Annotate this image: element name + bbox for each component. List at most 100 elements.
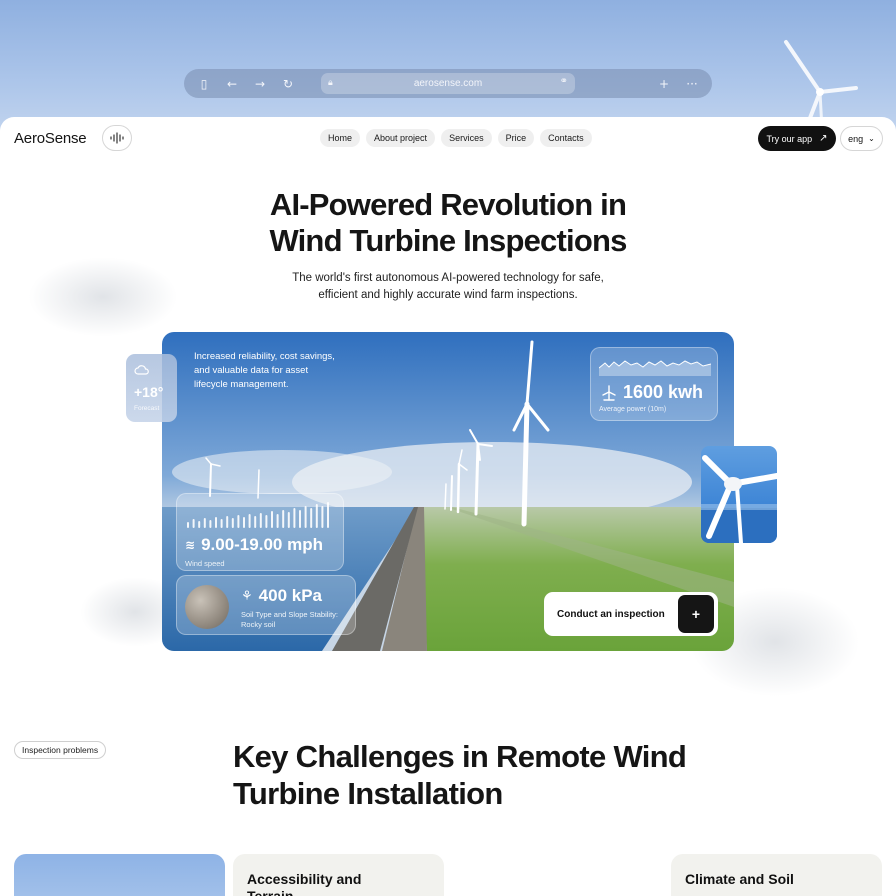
language-label: eng xyxy=(848,133,864,144)
hero-copy-line: and valuable data for asset xyxy=(194,365,309,376)
soil-value-row: ⚘ 400 kPa xyxy=(241,586,322,606)
sidebar-icon[interactable]: ▯ xyxy=(196,76,212,92)
wind-bar xyxy=(209,520,212,528)
hero-title-line: AI-Powered Revolution in xyxy=(269,187,627,222)
challenge-card-title: Accessibility and Terrain xyxy=(247,871,361,896)
wind-bar xyxy=(299,510,301,528)
wind-bar xyxy=(237,515,240,528)
url-text: aerosense.com xyxy=(413,78,483,89)
wind-bar xyxy=(304,506,307,528)
back-icon[interactable]: ← xyxy=(224,76,240,92)
chevron-down-icon: ⌄ xyxy=(868,134,875,143)
power-value: 1600 kwh xyxy=(623,382,704,402)
weather-temp: +18° xyxy=(134,384,164,400)
wind-bar xyxy=(226,516,229,528)
new-tab-icon[interactable]: + xyxy=(656,76,672,92)
soil-value: 400 kPa xyxy=(258,586,322,605)
wind-turbine-icon xyxy=(784,40,858,130)
weather-label: Forecast xyxy=(134,405,160,412)
arrow-up-right-icon: ↗ xyxy=(819,133,828,144)
challenge-card-title: Climate and Soil xyxy=(685,871,794,888)
wind-bar xyxy=(231,518,234,528)
wind-bar xyxy=(271,511,273,528)
hero-subtitle-line: The world's first autonomous AI-powered … xyxy=(292,272,604,284)
challenge-card-title-line: Climate and Soil xyxy=(685,871,794,887)
nav-about[interactable]: About project xyxy=(366,129,436,147)
more-icon[interactable]: ··· xyxy=(684,76,700,92)
link-icon[interactable]: ⚭ xyxy=(560,76,568,87)
soil-label: Soil Type and Slope Stability: Rocky soi… xyxy=(241,610,338,630)
wind-bar xyxy=(310,508,313,528)
nav-price[interactable]: Price xyxy=(497,129,535,147)
voice-button[interactable] xyxy=(102,125,132,151)
wind-bar xyxy=(254,516,257,528)
soil-card: ⚘ 400 kPa Soil Type and Slope Stability:… xyxy=(176,575,356,635)
main-nav: Home About project Services Price Contac… xyxy=(320,129,592,147)
wind-bar xyxy=(259,513,262,528)
nav-home[interactable]: Home xyxy=(320,129,361,147)
power-value-row: 1600 kwh xyxy=(601,382,703,403)
wind-value-row: ≋ 9.00-19.00 mph xyxy=(185,535,323,555)
reload-icon[interactable]: ↻ xyxy=(280,76,296,92)
wind-bar xyxy=(243,517,245,528)
section-title-line: Turbine Installation xyxy=(233,776,503,811)
power-label: Average power (10m) xyxy=(599,406,667,413)
turbine-closeup-image xyxy=(701,446,777,543)
wind-bar xyxy=(287,512,290,528)
soil-rock-image xyxy=(185,585,229,629)
plus-icon[interactable]: + xyxy=(678,595,714,633)
try-app-button[interactable]: Try our app ↗ xyxy=(758,126,836,151)
browser-toolbar: ▯ ← → ↻ 🔒︎ aerosense.com ⚭ + ··· xyxy=(184,69,712,98)
wind-speed-card: ≋ 9.00-19.00 mph Wind speed xyxy=(176,493,344,571)
hero-image: Increased reliability, cost savings, and… xyxy=(162,332,734,651)
soil-label-line: Rocky soil xyxy=(241,620,276,629)
section-title-line: Key Challenges in Remote Wind xyxy=(233,739,687,774)
cloud-decoration xyxy=(28,257,178,337)
challenge-card-title-line: Terrain xyxy=(247,888,294,896)
section-chip: Inspection problems xyxy=(14,741,107,759)
power-sparkline xyxy=(599,360,711,376)
lock-icon: 🔒︎ xyxy=(328,77,333,87)
wind-bar xyxy=(248,514,251,528)
wind-bar xyxy=(265,515,268,528)
wind-bar xyxy=(192,519,195,528)
hero-title-line: Wind Turbine Inspections xyxy=(269,223,627,258)
wind-label: Wind speed xyxy=(185,559,225,568)
wind-bar xyxy=(293,508,296,528)
nav-services[interactable]: Services xyxy=(441,129,492,147)
conduct-inspection-card[interactable]: Conduct an inspection + xyxy=(544,592,718,636)
challenge-card-accessibility[interactable]: Accessibility and Terrain xyxy=(233,854,444,896)
weather-card: +18° Forecast xyxy=(126,354,177,422)
wind-bar xyxy=(327,502,329,528)
nav-contacts[interactable]: Contacts xyxy=(540,129,592,147)
wind-bar xyxy=(321,506,324,528)
section-title: Key Challenges in Remote Wind Turbine In… xyxy=(233,738,687,812)
turbine-closeup-photo xyxy=(701,455,777,543)
wind-bars-chart xyxy=(187,502,329,528)
wind-bar xyxy=(203,518,206,528)
page: AeroSense Home About project Services Pr… xyxy=(0,117,896,896)
challenge-image-card xyxy=(14,854,225,896)
wind-bar xyxy=(198,521,201,528)
conduct-inspection-label: Conduct an inspection xyxy=(557,608,665,620)
power-card: 1600 kwh Average power (10m) xyxy=(590,347,718,421)
sound-wave-icon xyxy=(110,132,124,144)
wind-bar xyxy=(187,522,189,528)
soil-label-line: Soil Type and Slope Stability: xyxy=(241,610,339,619)
logo[interactable]: AeroSense xyxy=(14,130,87,147)
try-app-label: Try our app xyxy=(766,133,813,144)
address-bar[interactable]: 🔒︎ aerosense.com ⚭ xyxy=(321,73,575,94)
wind-bar xyxy=(276,514,279,528)
wind-bar xyxy=(220,519,223,528)
wind-value: 9.00-19.00 mph xyxy=(201,535,323,554)
forward-icon[interactable]: → xyxy=(252,76,268,92)
turbine-icon xyxy=(602,384,616,401)
challenge-card-title-line: Accessibility and xyxy=(247,871,362,887)
language-select[interactable]: eng ⌄ xyxy=(840,126,883,151)
wind-icon: ≋ xyxy=(185,538,196,552)
hero-subtitle: The world's first autonomous AI-powered … xyxy=(270,270,626,304)
wind-bar xyxy=(282,510,285,528)
challenge-card-climate[interactable]: Climate and Soil xyxy=(671,854,882,896)
hero-copy: Increased reliability, cost savings, and… xyxy=(194,350,364,392)
cloud-sun-icon xyxy=(134,365,149,375)
